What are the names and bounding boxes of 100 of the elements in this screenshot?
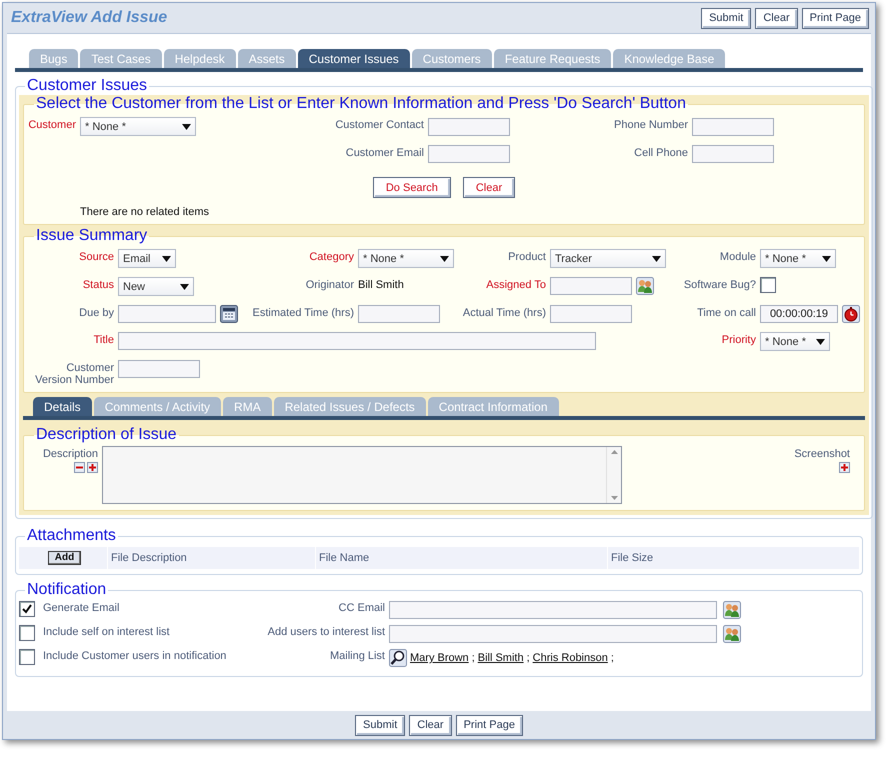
dropdown[interactable]: * None *	[358, 249, 454, 268]
field-label: Title	[92, 333, 114, 346]
column-header: File Name	[315, 547, 607, 569]
section-title: Description of Issue	[35, 426, 178, 444]
print-button[interactable]: Print Page	[802, 8, 869, 28]
tab[interactable]: Details	[33, 397, 92, 416]
input-field[interactable]	[692, 118, 774, 136]
caret-icon	[440, 256, 449, 262]
input-field[interactable]	[389, 625, 717, 643]
search-icon[interactable]	[389, 649, 407, 667]
clear-button[interactable]: Clear	[755, 8, 798, 28]
field-label: Status	[82, 278, 114, 291]
field-label: Estimated Time (hrs)	[252, 306, 354, 319]
scroll-up-icon	[610, 450, 618, 454]
input-field[interactable]	[118, 305, 216, 323]
expand-icon[interactable]	[839, 462, 850, 473]
field-label: Module	[718, 250, 756, 263]
stopwatch-icon[interactable]	[842, 305, 860, 323]
option-label: Generate Email	[43, 601, 120, 614]
text-area[interactable]	[102, 446, 622, 504]
status-message: There are no related items	[80, 206, 210, 218]
caret-icon	[180, 284, 189, 290]
user-link[interactable]: Chris Robinson	[532, 652, 608, 664]
input-field[interactable]	[118, 332, 596, 350]
field-label: Source	[78, 250, 114, 263]
section-title: Attachments	[26, 527, 117, 545]
checkbox[interactable]	[19, 649, 35, 665]
field-label: Add users to interest list	[266, 625, 385, 638]
caret-icon	[816, 338, 825, 344]
input-field[interactable]	[358, 305, 440, 323]
separator: ;	[526, 652, 530, 664]
input-field[interactable]: 00:00:00:19	[760, 305, 838, 323]
people-icon[interactable]	[723, 601, 741, 619]
caret-icon	[162, 256, 171, 262]
section-title: Customer Issues	[26, 77, 148, 95]
field-label: Originator	[304, 278, 354, 291]
dropdown[interactable]: * None *	[760, 332, 830, 351]
option-label: Include self on interest list	[43, 625, 171, 638]
field-label: Cell Phone	[633, 146, 688, 161]
expand-icon[interactable]	[87, 462, 98, 473]
dropdown[interactable]: * None *	[760, 249, 836, 268]
clear-button[interactable]: Clear	[462, 177, 516, 198]
scrollbar[interactable]	[606, 447, 621, 503]
input-field[interactable]	[428, 145, 510, 163]
submit-button[interactable]: Submit	[701, 8, 752, 28]
section-title: Notification	[26, 581, 108, 599]
separator: ;	[610, 652, 614, 664]
checkbox[interactable]	[19, 601, 35, 617]
dropdown[interactable]: Email	[118, 249, 176, 268]
caret-icon	[652, 256, 661, 262]
field-label: Screenshot	[794, 447, 850, 460]
field-label: Mailing List	[328, 649, 385, 662]
input-field[interactable]	[550, 305, 632, 323]
input-field[interactable]	[389, 601, 717, 619]
caret-icon	[822, 256, 831, 262]
column-header: File Description	[107, 547, 315, 569]
field-label: CC Email	[338, 601, 385, 614]
field-label: Time on call	[696, 306, 756, 319]
column-header: File Size	[607, 547, 859, 569]
option-label: Include Customer users in notification	[43, 649, 228, 662]
checkbox[interactable]	[19, 625, 35, 641]
field-label: Actual Time (hrs)	[462, 306, 546, 319]
dropdown[interactable]: * None *	[80, 117, 196, 136]
collapse-icon[interactable]	[74, 462, 85, 473]
submit-button[interactable]: Submit	[355, 714, 406, 736]
field-label: Customer	[28, 118, 76, 133]
dropdown[interactable]: Tracker	[550, 249, 666, 268]
field-label: Product	[507, 250, 546, 263]
people-icon[interactable]	[723, 625, 741, 643]
section-title: Select the Customer from the List or Enter Known Information and Press 'Do Search' Button	[35, 95, 687, 113]
input-field[interactable]	[692, 145, 774, 163]
user-link[interactable]: Bill Smith	[478, 652, 524, 664]
field-label: Due by	[78, 306, 114, 319]
window-title: ExtraView Add Issue	[11, 9, 168, 27]
field-label: Priority	[720, 333, 756, 346]
tab[interactable]: Customer Issues	[298, 49, 410, 68]
field-label: Customer Version Number	[34, 361, 114, 386]
section-title: Issue Summary	[35, 227, 148, 245]
input-field[interactable]	[118, 360, 200, 378]
separator: ;	[472, 652, 475, 664]
people-icon[interactable]	[636, 277, 654, 295]
input-field[interactable]	[428, 118, 510, 136]
caret-icon	[182, 124, 191, 130]
field-label: Assigned To	[485, 278, 546, 291]
dropdown[interactable]: New	[118, 277, 194, 296]
user-link[interactable]: Mary Brown	[410, 652, 469, 664]
search-button[interactable]: Do Search	[372, 177, 451, 198]
calendar-icon[interactable]	[220, 305, 238, 323]
print-button[interactable]: Print Page	[456, 714, 523, 736]
field-label: Customer Contact	[334, 118, 424, 133]
checkbox[interactable]	[760, 277, 776, 293]
field-value: Bill Smith	[358, 278, 404, 291]
field-label: Description	[42, 447, 98, 460]
add-button[interactable]: Add	[48, 551, 82, 565]
field-label: Software Bug?	[682, 278, 756, 291]
field-label: Category	[308, 250, 354, 263]
input-field[interactable]	[550, 277, 632, 295]
field-label: Customer Email	[344, 146, 424, 161]
clear-button[interactable]: Clear	[409, 714, 452, 736]
scroll-down-icon	[610, 496, 618, 500]
